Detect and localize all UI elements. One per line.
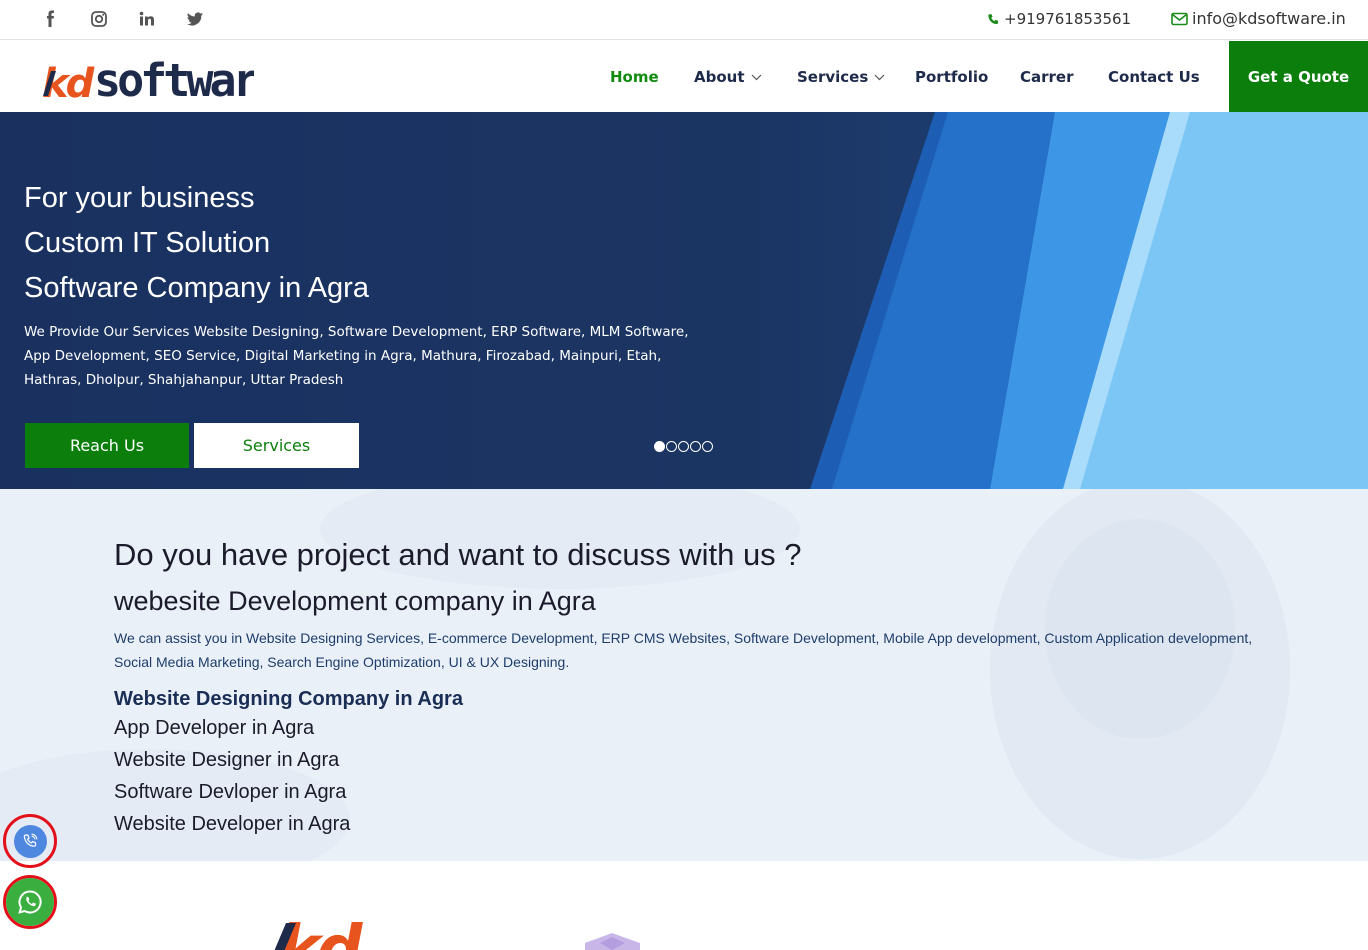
nav-portfolio[interactable]: Portfolio bbox=[915, 68, 988, 86]
whatsapp-icon bbox=[6, 878, 54, 926]
nav-home-label: Home bbox=[610, 68, 659, 86]
chevron-down-icon bbox=[874, 74, 885, 81]
nav-contact-label: Contact Us bbox=[1108, 68, 1200, 86]
service-list-item: Software Devloper in Agra bbox=[114, 781, 347, 803]
slide-dot-1[interactable] bbox=[654, 441, 665, 452]
next-section: kd bbox=[0, 861, 1368, 950]
nav-services[interactable]: Services bbox=[797, 68, 885, 86]
nav-portfolio-label: Portfolio bbox=[915, 68, 989, 86]
nav-about-label: About bbox=[694, 68, 745, 86]
slide-dot-3[interactable] bbox=[678, 441, 689, 452]
social-links bbox=[41, 9, 233, 29]
phone-icon bbox=[987, 13, 1000, 26]
whatsapp-float-button[interactable] bbox=[3, 875, 57, 929]
slider-dots bbox=[654, 441, 714, 452]
hero-line-2: Custom IT Solution bbox=[24, 227, 271, 259]
kd-software-logo[interactable]: kd software bbox=[42, 49, 286, 107]
envelope-icon bbox=[1171, 12, 1188, 26]
services-button[interactable]: Services bbox=[194, 423, 359, 468]
reach-us-button[interactable]: Reach Us bbox=[25, 423, 189, 468]
phone-call-icon bbox=[13, 824, 47, 858]
email-contact[interactable]: info@kdsoftware.in bbox=[1171, 9, 1346, 28]
main-header: kd software Home About Services Portfoli… bbox=[0, 41, 1368, 112]
nav-services-label: Services bbox=[797, 68, 869, 86]
twitter-icon[interactable] bbox=[185, 9, 205, 29]
linkedin-icon[interactable] bbox=[137, 9, 157, 29]
email-address: info@kdsoftware.in bbox=[1192, 9, 1346, 28]
nav-home[interactable]: Home bbox=[610, 68, 659, 86]
discuss-heading: Do you have project and want to discuss … bbox=[114, 537, 802, 572]
phone-contact[interactable]: +919761853561 bbox=[987, 10, 1131, 28]
get-a-quote-button[interactable]: Get a Quote bbox=[1229, 41, 1368, 112]
facebook-icon[interactable] bbox=[41, 9, 61, 29]
chevron-down-icon bbox=[751, 74, 762, 81]
hero-description: We Provide Our Services Website Designin… bbox=[24, 324, 689, 388]
hero-slider: For your business Custom IT Solution Sof… bbox=[0, 112, 1368, 489]
nav-carrer[interactable]: Carrer bbox=[1020, 68, 1074, 86]
phone-number: +919761853561 bbox=[1004, 10, 1132, 28]
discuss-project-section: Do you have project and want to discuss … bbox=[0, 489, 1368, 861]
nav-carrer-label: Carrer bbox=[1020, 68, 1074, 86]
top-bar: +919761853561 info@kdsoftware.in bbox=[0, 0, 1368, 40]
website-designing-heading: Website Designing Company in Agra bbox=[114, 688, 463, 710]
call-float-button[interactable] bbox=[3, 814, 57, 868]
slide-dot-5[interactable] bbox=[702, 441, 713, 452]
service-list-item: Website Designer in Agra bbox=[114, 749, 340, 771]
svg-text:software: software bbox=[94, 54, 254, 103]
nav-about[interactable]: About bbox=[694, 68, 762, 86]
service-list-item: App Developer in Agra bbox=[114, 717, 315, 739]
service-list-item: Website Developer in Agra bbox=[114, 813, 351, 835]
hero-line-3: Software Company in Agra bbox=[24, 272, 369, 304]
discuss-subheading: webesite Development company in Agra bbox=[114, 586, 596, 616]
slide-dot-2[interactable] bbox=[666, 441, 677, 452]
instagram-icon[interactable] bbox=[89, 9, 109, 29]
discuss-paragraph: We can assist you in Website Designing S… bbox=[114, 630, 1253, 670]
partial-logos: kd bbox=[274, 913, 640, 950]
nav-contact-us[interactable]: Contact Us bbox=[1108, 68, 1200, 86]
hero-line-1: For your business bbox=[24, 182, 255, 214]
slide-dot-4[interactable] bbox=[690, 441, 701, 452]
